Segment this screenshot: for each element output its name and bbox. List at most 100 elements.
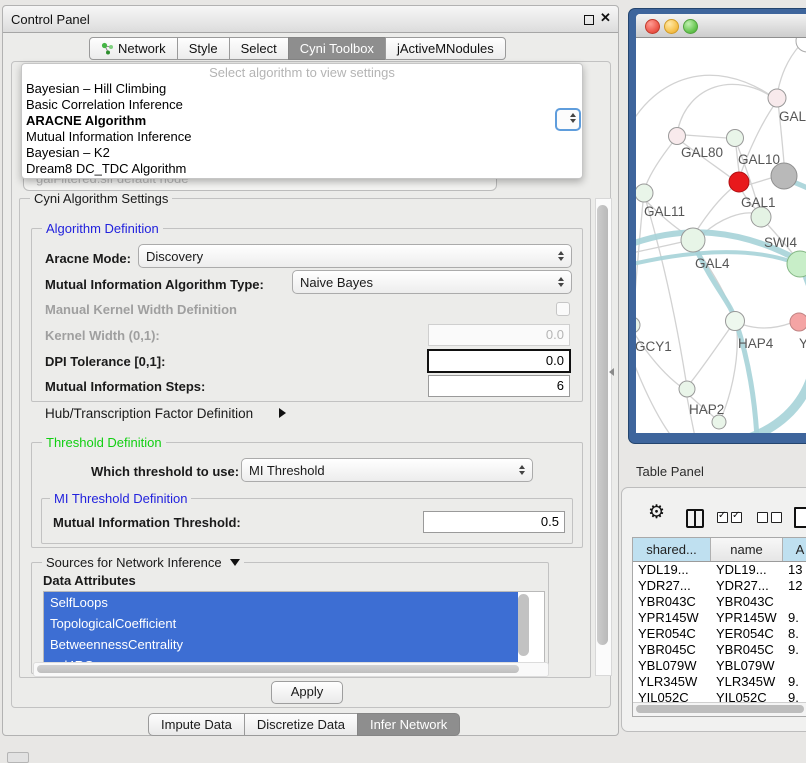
network-edge[interactable] bbox=[636, 75, 770, 129]
table-row[interactable]: YER054CYER054C8. bbox=[633, 626, 806, 642]
hub-definition-expander-label[interactable]: Hub/Transcription Factor Definition bbox=[45, 406, 253, 421]
algorithm-option[interactable]: Bayesian – Hill Climbing bbox=[22, 81, 582, 97]
network-edge[interactable] bbox=[722, 331, 737, 416]
bottom-tab-impute-data[interactable]: Impute Data bbox=[148, 713, 245, 736]
tab-select[interactable]: Select bbox=[229, 37, 289, 60]
cyni-settings-title: Cyni Algorithm Settings bbox=[30, 191, 172, 206]
tab-network[interactable]: Network bbox=[89, 37, 178, 60]
tab-jactivemnodules[interactable]: jActiveMNodules bbox=[385, 37, 506, 60]
close-traffic-light-icon[interactable] bbox=[645, 19, 660, 34]
node-label-swi4: SWI4 bbox=[764, 235, 797, 250]
algorithm-option[interactable]: Dream8 DC_TDC Algorithm bbox=[22, 161, 582, 177]
document-icon[interactable] bbox=[794, 507, 806, 528]
aracne-mode-select[interactable]: Discovery bbox=[138, 244, 572, 268]
algorithm-option[interactable]: Basic Correlation Inference bbox=[22, 97, 582, 113]
gear-icon[interactable]: ⚙ bbox=[648, 501, 665, 524]
algorithm-option[interactable]: Bayesian – K2 bbox=[22, 145, 582, 161]
table-row[interactable]: YDL19...YDL19...13 bbox=[633, 562, 806, 578]
settings-vscrollbar[interactable] bbox=[595, 198, 612, 676]
table-cell: YBR045C bbox=[633, 642, 711, 658]
table-hscrollbar[interactable] bbox=[633, 702, 806, 716]
network-view-window[interactable]: GALGAL80GAL10GAL1GAL11SWI4GAL4GCY1HAP4YH… bbox=[628, 8, 806, 444]
algorithm-option[interactable]: ARACNE Algorithm bbox=[22, 113, 582, 129]
collapse-arrow-icon[interactable] bbox=[230, 559, 240, 566]
table-row[interactable]: YPR145WYPR145W9. bbox=[633, 610, 806, 626]
settings-hscrollbar-thumb[interactable] bbox=[37, 665, 519, 673]
attribute-item-selected[interactable]: SelfLoops bbox=[44, 592, 518, 613]
table-cell: YLR345W bbox=[633, 674, 711, 690]
tab-style[interactable]: Style bbox=[177, 37, 230, 60]
attribute-item-selected[interactable]: TopologicalCoefficient bbox=[44, 613, 518, 634]
network-edge[interactable] bbox=[778, 45, 800, 90]
algorithm-definition-title: Algorithm Definition bbox=[42, 221, 163, 236]
tab-cyni-toolbox[interactable]: Cyni Toolbox bbox=[288, 37, 386, 60]
table-row[interactable]: YDR27...YDR27...12 bbox=[633, 578, 806, 594]
expander-arrow-icon[interactable] bbox=[279, 408, 286, 418]
network-edge[interactable] bbox=[744, 323, 791, 328]
network-edge[interactable] bbox=[691, 328, 730, 382]
splitpane-collapse-icon[interactable] bbox=[609, 368, 614, 376]
network-canvas[interactable]: GALGAL80GAL10GAL1GAL11SWI4GAL4GCY1HAP4YH… bbox=[636, 38, 806, 433]
bottom-tab-infer-network[interactable]: Infer Network bbox=[357, 713, 460, 736]
network-window-titlebar[interactable] bbox=[636, 14, 806, 38]
network-graph[interactable]: GALGAL80GAL10GAL1GAL11SWI4GAL4GCY1HAP4YH… bbox=[636, 38, 806, 433]
network-node-hap4[interactable] bbox=[726, 312, 745, 331]
settings-vscrollbar-thumb[interactable] bbox=[597, 205, 608, 645]
bottom-tab-discretize-data[interactable]: Discretize Data bbox=[244, 713, 358, 736]
table-row[interactable]: YBR043CYBR043C bbox=[633, 594, 806, 610]
column-layout-icon[interactable] bbox=[686, 509, 704, 528]
column-header[interactable]: shared... bbox=[633, 538, 711, 561]
table-hscrollbar-thumb[interactable] bbox=[636, 705, 804, 713]
network-edge[interactable] bbox=[678, 84, 777, 129]
minimize-traffic-light-icon[interactable] bbox=[664, 19, 679, 34]
which-threshold-select[interactable]: MI Threshold bbox=[241, 458, 533, 482]
network-node-gal[interactable] bbox=[768, 89, 786, 107]
network-node-gal11[interactable] bbox=[636, 184, 653, 202]
checked-boxes-icon[interactable] bbox=[717, 511, 745, 526]
network-node-gcy1[interactable] bbox=[636, 317, 640, 333]
table-cell: YDR27... bbox=[633, 578, 711, 594]
mi-steps-field[interactable]: 6 bbox=[428, 375, 570, 397]
network-node-gal10[interactable] bbox=[727, 130, 744, 147]
mi-type-select[interactable]: Naive Bayes bbox=[292, 270, 572, 294]
network-edge[interactable] bbox=[636, 202, 643, 317]
data-attributes-list[interactable]: SelfLoopsTopologicalCoefficientBetweenne… bbox=[43, 591, 545, 666]
attribute-item-selected[interactable]: BetweennessCentrality bbox=[44, 634, 518, 655]
network-edge[interactable] bbox=[646, 201, 686, 381]
algorithm-option[interactable]: Mutual Information Inference bbox=[22, 129, 582, 145]
focused-combobox-fragment[interactable] bbox=[555, 108, 581, 131]
network-node[interactable] bbox=[712, 415, 726, 429]
kernel-width-field[interactable]: 0.0 bbox=[428, 324, 570, 346]
apply-button[interactable]: Apply bbox=[271, 681, 343, 704]
mi-threshold-group-title: MI Threshold Definition bbox=[50, 491, 191, 506]
table-row[interactable]: YBL079WYBL079W bbox=[633, 658, 806, 674]
close-icon[interactable]: ✕ bbox=[600, 10, 611, 26]
network-node-gal4[interactable] bbox=[681, 228, 705, 252]
zoom-traffic-light-icon[interactable] bbox=[683, 19, 698, 34]
attributes-vscrollbar[interactable] bbox=[518, 594, 529, 656]
network-node-hap2[interactable] bbox=[679, 381, 695, 397]
network-edge[interactable] bbox=[685, 135, 727, 138]
node-table[interactable]: shared...nameA YDL19...YDL19...13YDR27..… bbox=[632, 537, 806, 717]
network-node-gal1[interactable] bbox=[729, 172, 749, 192]
dpi-tolerance-field[interactable]: 0.0 bbox=[427, 349, 571, 373]
unchecked-boxes-icon[interactable] bbox=[757, 511, 785, 526]
network-node-gal80[interactable] bbox=[669, 128, 686, 145]
settings-hscrollbar[interactable] bbox=[33, 662, 549, 677]
mi-threshold-field[interactable]: 0.5 bbox=[423, 511, 565, 533]
corner-button[interactable] bbox=[7, 752, 29, 763]
float-window-icon[interactable] bbox=[584, 15, 594, 25]
column-header[interactable]: name bbox=[711, 538, 783, 561]
column-header[interactable]: A bbox=[783, 538, 806, 561]
table-row[interactable]: YLR345WYLR345W9. bbox=[633, 674, 806, 690]
tab-label: Network bbox=[118, 38, 166, 59]
network-node[interactable] bbox=[796, 38, 806, 52]
network-node-y[interactable] bbox=[790, 313, 806, 331]
manual-kernel-checkbox[interactable] bbox=[556, 302, 570, 316]
network-edge[interactable] bbox=[646, 142, 673, 185]
table-panel: ⚙ shared...nameA YDL19...YDL19...13YDR27… bbox=[621, 487, 806, 732]
network-node-swi4[interactable] bbox=[751, 207, 771, 227]
network-edge[interactable] bbox=[697, 189, 731, 230]
table-row[interactable]: YBR045CYBR045C9. bbox=[633, 642, 806, 658]
table-cell: YBL079W bbox=[633, 658, 711, 674]
